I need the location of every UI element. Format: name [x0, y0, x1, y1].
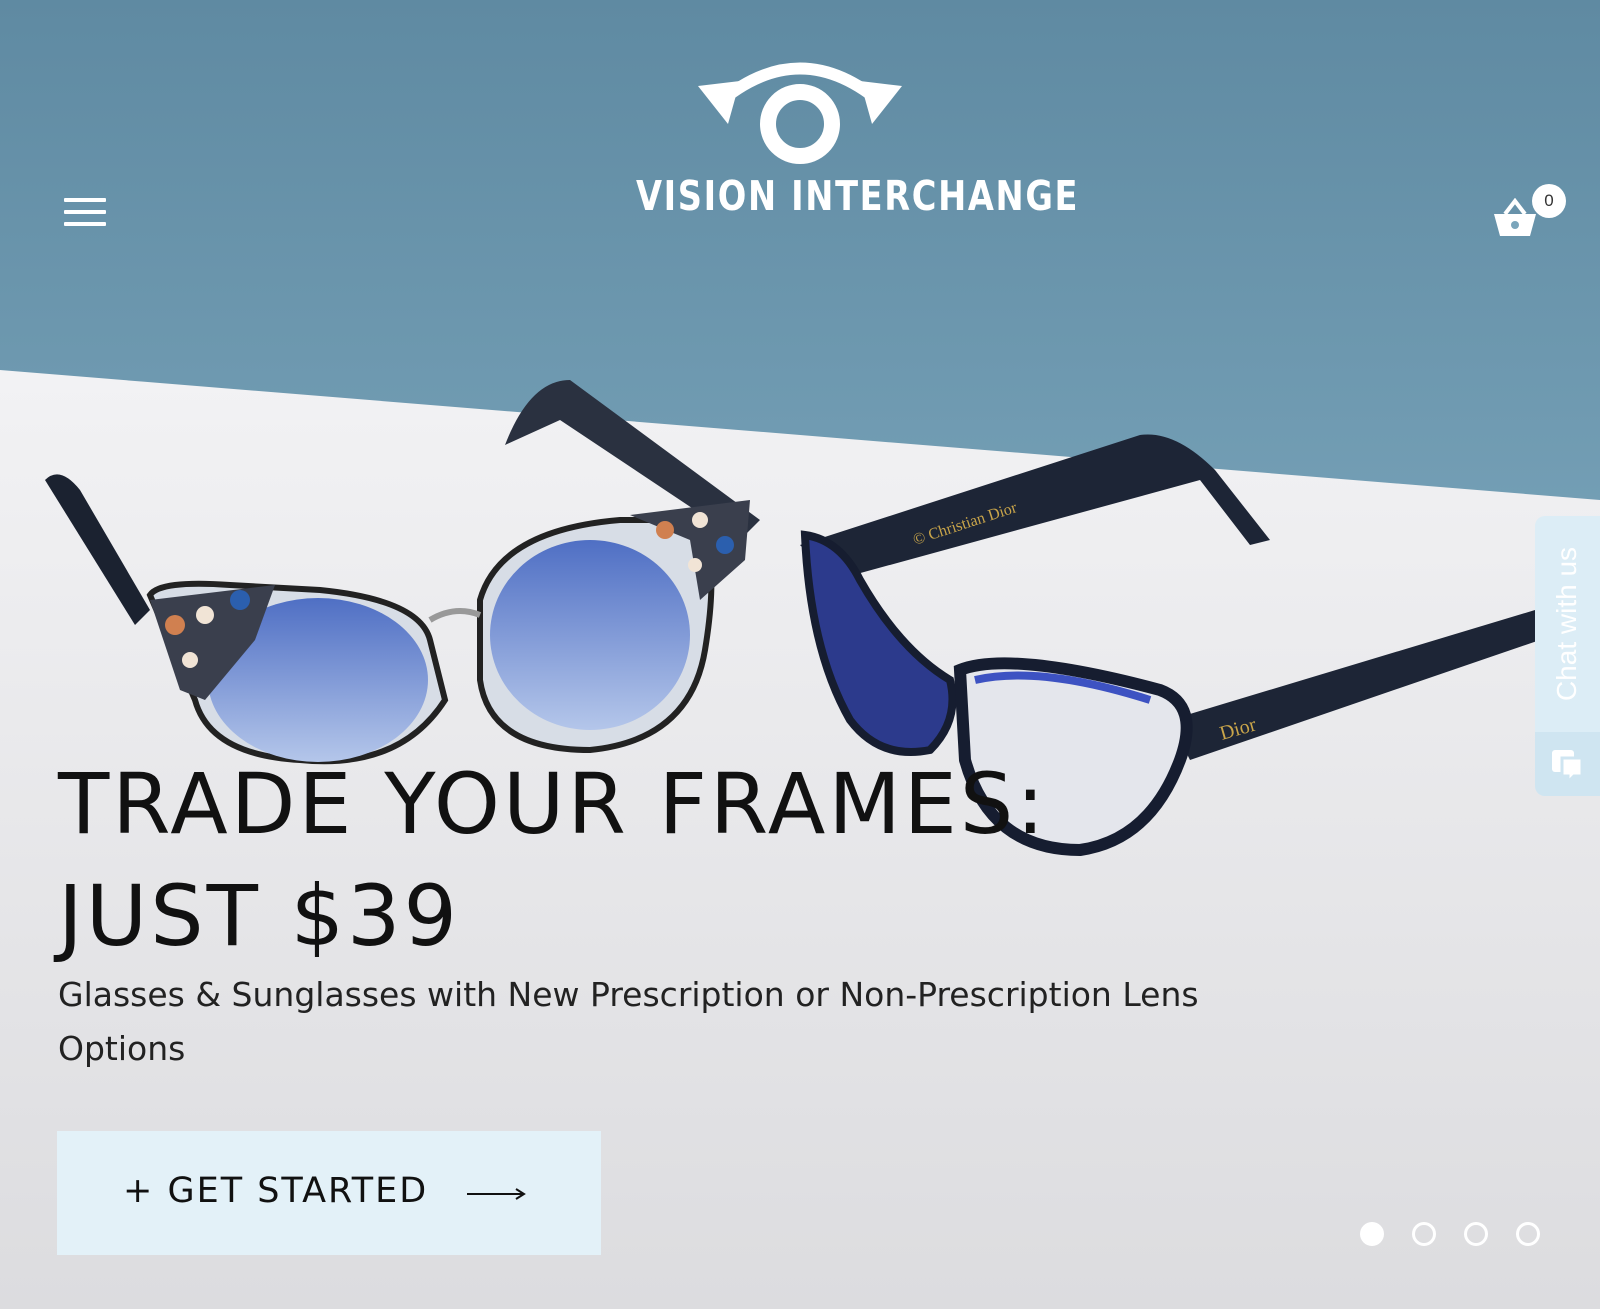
slide-dot-4[interactable] — [1516, 1222, 1540, 1246]
chat-widget-tab[interactable]: Chat with us — [1535, 516, 1600, 796]
brand-logo[interactable]: VISION INTERCHANGE — [600, 46, 1080, 220]
hero-subheading: Glasses & Sunglasses with New Prescripti… — [58, 975, 1199, 1068]
brand-name: VISION INTERCHANGE — [636, 172, 1080, 220]
cart-button[interactable]: 0 — [1492, 184, 1566, 240]
long-arrow-right-icon — [467, 1188, 526, 1200]
slide-dot-1[interactable] — [1360, 1222, 1384, 1246]
hamburger-menu-icon[interactable] — [62, 198, 108, 232]
chat-label: Chat with us — [1551, 546, 1583, 702]
hero-headline: TRADE YOUR FRAMES: JUST $39 — [58, 748, 1208, 972]
slide-dot-3[interactable] — [1464, 1222, 1488, 1246]
headline-line-2: JUST $39 — [58, 867, 460, 965]
get-started-button[interactable]: + GET STARTED — [57, 1131, 601, 1255]
hero-banner: Dior © Christian Dior VISION INTERCHANGE… — [0, 0, 1600, 1309]
headline-line-1: TRADE YOUR FRAMES: — [58, 755, 1048, 853]
chat-bubble-icon — [1552, 750, 1584, 784]
get-started-label: + GET STARTED — [123, 1171, 429, 1211]
eye-arrows-logo-icon — [698, 62, 902, 164]
slide-dot-2[interactable] — [1412, 1222, 1436, 1246]
cart-count-badge: 0 — [1532, 184, 1566, 218]
slide-pagination — [1360, 1222, 1550, 1248]
shopping-basket-icon — [1494, 198, 1536, 236]
